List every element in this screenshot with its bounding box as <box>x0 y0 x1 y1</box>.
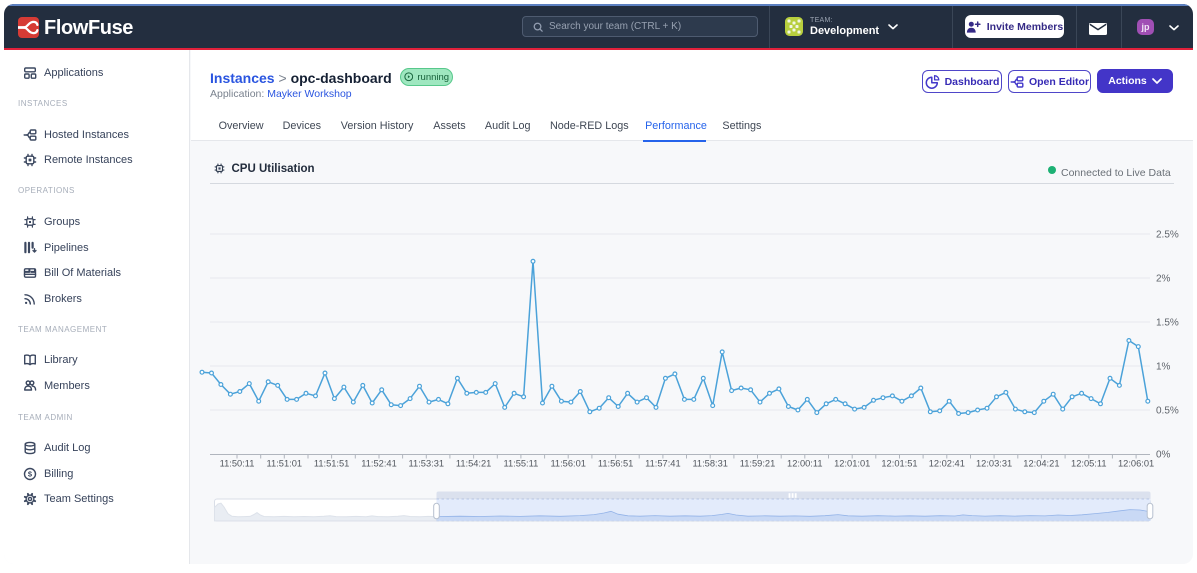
svg-text:11:57:41: 11:57:41 <box>645 459 681 469</box>
svg-text:11:54:21: 11:54:21 <box>456 459 492 469</box>
svg-text:12:04:21: 12:04:21 <box>1023 459 1059 469</box>
svg-text:12:05:11: 12:05:11 <box>1071 459 1107 469</box>
svg-text:$: $ <box>28 470 33 479</box>
svg-text:1%: 1% <box>1156 362 1171 373</box>
svg-text:2%: 2% <box>1156 274 1171 285</box>
svg-text:12:06:01: 12:06:01 <box>1118 459 1154 469</box>
svg-text:12:01:01: 12:01:01 <box>834 459 870 469</box>
svg-text:12:03:31: 12:03:31 <box>976 459 1012 469</box>
svg-text:11:56:01: 11:56:01 <box>550 459 586 469</box>
svg-text:0%: 0% <box>1156 450 1171 461</box>
svg-text:2.5%: 2.5% <box>1156 230 1179 241</box>
svg-text:1.5%: 1.5% <box>1156 318 1179 329</box>
svg-text:11:56:51: 11:56:51 <box>598 459 634 469</box>
svg-text:11:58:31: 11:58:31 <box>692 459 728 469</box>
svg-text:0.5%: 0.5% <box>1156 406 1179 417</box>
svg-text:12:00:11: 12:00:11 <box>787 459 823 469</box>
svg-text:11:51:01: 11:51:01 <box>267 459 303 469</box>
svg-text:11:53:31: 11:53:31 <box>409 459 445 469</box>
svg-text:11:52:41: 11:52:41 <box>361 459 397 469</box>
svg-text:11:51:51: 11:51:51 <box>314 459 350 469</box>
svg-text:12:02:41: 12:02:41 <box>929 459 965 469</box>
svg-text:11:55:11: 11:55:11 <box>503 459 538 469</box>
svg-text:11:50:11: 11:50:11 <box>220 459 255 469</box>
svg-text:11:59:21: 11:59:21 <box>740 459 776 469</box>
svg-text:12:01:51: 12:01:51 <box>881 459 917 469</box>
